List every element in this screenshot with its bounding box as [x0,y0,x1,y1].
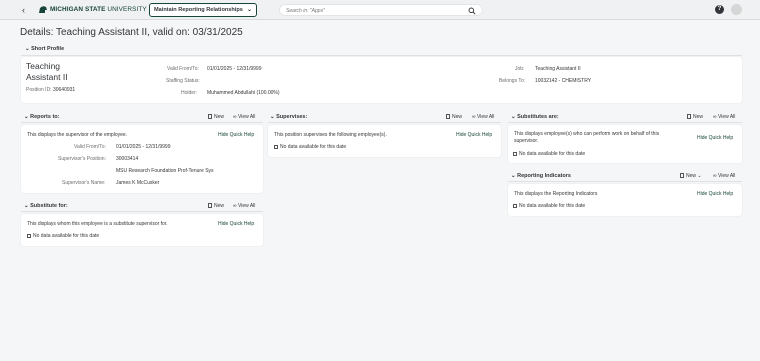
position-id-value: 30640931 [52,87,76,93]
supervisor-position-label: Supervisor's Position: [58,156,106,162]
back-arrow-icon[interactable]: ‹ [22,5,25,15]
substitute-for-description: This displays whom this employee is a su… [27,221,168,227]
reporting-indicators-view-all-button[interactable]: ∞ View All [713,173,735,179]
staffing-status-label: Staffing Status: [166,78,200,84]
chevron-down-icon: ⌄ [270,114,275,120]
substitutes-are-hide-help-link[interactable]: Hide Quick Help [697,135,733,141]
university-name[interactable]: MICHIGAN STATE UNIVERSITY [50,6,147,13]
search-field[interactable] [279,4,483,16]
valid-from-to-value: 01/01/2025 - 12/31/9999 [116,144,171,150]
reporting-indicators-hide-help-link[interactable]: Hide Quick Help [697,191,733,197]
substitute-for-view-all-button[interactable]: ∞ View All [233,203,255,209]
substitutes-are-view-all-button[interactable]: ∞ View All [713,114,735,120]
substitute-for-header[interactable]: ⌄ Substitute for: [24,203,68,209]
glasses-icon: ∞ [713,173,717,179]
substitute-for-card: This displays whom this employee is a su… [21,214,263,246]
substitutes-are-description-line1: This displays employee(s) who can perfor… [514,131,660,137]
no-data-message: No data available for this date [27,233,99,239]
valid-from-to-label: Valid From/To: [74,144,106,150]
supervisor-position-desc: MSU Research Foundation Prof-Tenure Sys [116,168,214,174]
profile-name-line2: Assistant II [26,72,68,82]
document-icon [208,203,212,208]
help-icon[interactable]: ? [715,5,724,14]
chevron-down-icon: ⌄ [511,114,516,120]
substitutes-are-card: This displays employee(s) who can perfor… [508,125,742,163]
glasses-icon: ∞ [472,114,476,120]
supervises-card: This position supervises the following e… [268,125,501,157]
supervises-new-button[interactable]: New [446,114,462,120]
search-input[interactable] [286,7,456,14]
chevron-down-icon: ⌄ [24,203,29,209]
short-profile-card: Teaching Assistant II Position ID: 30640… [21,57,742,103]
glasses-icon: ∞ [713,114,717,120]
holder-value: Muhammed Abdullahi (100.00%) [207,90,280,96]
substitutes-are-header[interactable]: ⌄ Substitutes are: [511,114,559,120]
glasses-icon: ∞ [233,203,237,209]
divider [21,211,263,212]
divider [21,55,742,56]
substitutes-are-description-line2: supervisor. [514,138,539,144]
chevron-down-icon: ⌄ [511,173,516,179]
spartan-helmet-icon[interactable] [38,5,48,15]
supervisor-name-label: Supervisor's Name: [62,180,106,186]
chevron-down-icon: ⌄ [24,114,29,120]
glasses-icon: ∞ [233,114,237,120]
reports-to-view-all-button[interactable]: ∞ View All [233,114,255,120]
job-label: Job: [515,66,525,72]
belongs-to-value: 10032142 - CHEMISTRY [535,78,592,84]
document-icon [680,173,684,178]
substitute-for-new-button[interactable]: New [208,203,224,209]
reporting-indicators-card: This displays the Reporting Indicators H… [508,184,742,216]
document-icon [446,114,450,119]
app-title-menu-button[interactable]: Maintain Reporting Relationships ⌄ [149,3,257,17]
valid-from-to-value: 01/01/2025 - 12/31/9999 [207,66,262,72]
supervises-view-all-button[interactable]: ∞ View All [472,114,494,120]
divider [508,181,742,182]
divider [508,122,742,123]
chevron-down-icon: ⌄ [697,173,702,179]
chevron-down-icon: ⌄ [25,46,30,52]
table-icon [513,151,517,156]
divider [21,122,263,123]
reporting-indicators-new-button[interactable]: New ⌄ [680,173,702,179]
shell-bar: ‹ MICHIGAN STATE UNIVERSITY Maintain Rep… [0,0,760,20]
reporting-indicators-header[interactable]: ⌄ Reporting Indicators [511,173,571,179]
table-icon [27,233,31,238]
document-icon [208,114,212,119]
short-profile-header[interactable]: ⌄ Short Profile [25,46,64,52]
reports-to-description: This displays the supervisor of the empl… [27,132,128,138]
supervises-description: This position supervises the following e… [274,132,387,138]
reports-to-header[interactable]: ⌄ Reports to: [24,114,59,120]
no-data-message: No data available for this date [513,203,585,209]
divider [268,122,501,123]
table-icon [274,144,278,149]
substitutes-are-new-button[interactable]: New [687,114,703,120]
no-data-message: No data available for this date [274,144,346,150]
belongs-to-label: Belongs To: [499,78,526,84]
table-icon [513,203,517,208]
supervisor-name-value: James K McCusker [116,180,160,186]
holder-label: Holder: [181,90,198,96]
document-icon [687,114,691,119]
supervises-hide-help-link[interactable]: Hide Quick Help [456,132,492,138]
reports-to-hide-help-link[interactable]: Hide Quick Help [218,132,254,138]
avatar[interactable] [731,4,742,15]
profile-name-line1: Teaching [26,61,61,71]
search-icon[interactable] [468,7,476,15]
reporting-indicators-description: This displays the Reporting Indicators [514,191,598,197]
supervisor-position-value: 30003414 [116,156,139,162]
supervises-header[interactable]: ⌄ Supervises: [270,114,307,120]
chevron-down-icon: ⌄ [246,7,252,13]
substitute-for-hide-help-link[interactable]: Hide Quick Help [218,221,254,227]
position-id-label: Position ID: [26,87,52,93]
no-data-message: No data available for this date [513,151,585,157]
reports-to-new-button[interactable]: New [208,114,224,120]
job-value: Teaching Assistant II [535,66,581,72]
reports-to-card: This displays the supervisor of the empl… [21,125,263,193]
app-title: Maintain Reporting Relationships [154,7,243,13]
valid-from-to-label: Valid From/To: [167,66,199,72]
page-title: Details: Teaching Assistant II, valid on… [20,27,243,38]
